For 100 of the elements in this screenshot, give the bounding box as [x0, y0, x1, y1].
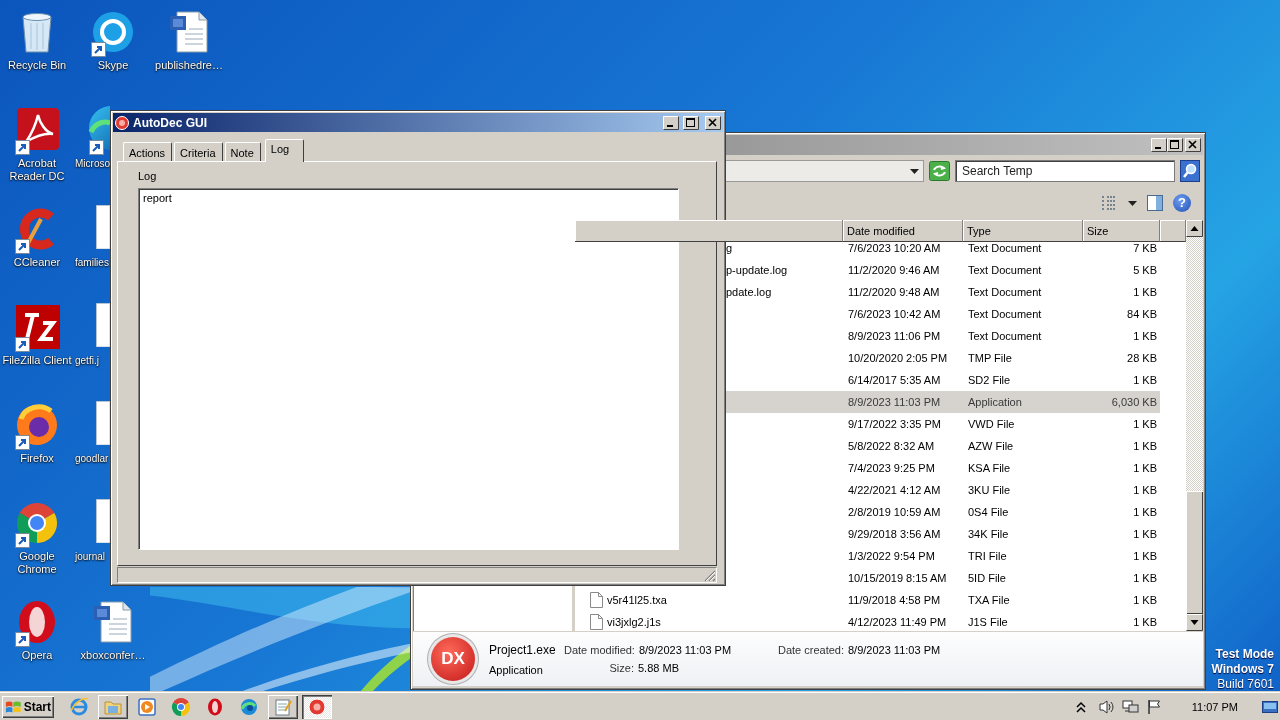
dropdown-arrow-icon[interactable]: [1128, 200, 1137, 206]
icon-label: CCleaner: [13, 255, 61, 269]
date-cell-text: 8/9/2023 11:03 PM: [847, 396, 942, 408]
type-cell-text: TRI File: [967, 550, 1008, 562]
date-cell-text: 7/6/2023 10:20 AM: [847, 242, 942, 254]
type-cell-text: J1S File: [967, 616, 1009, 628]
date-cell-text: 6/14/2017 5:35 AM: [847, 374, 942, 386]
date-cell-text: 10/20/2020 2:05 PM: [847, 352, 949, 364]
column-header[interactable]: Type: [963, 220, 1083, 242]
close-button[interactable]: [1185, 138, 1201, 152]
search-field[interactable]: Search Temp: [955, 160, 1175, 182]
size-cell-text: 6,030 KB: [1110, 396, 1158, 408]
column-header[interactable]: Date modified: [843, 220, 963, 242]
type-cell-text: Application: [967, 396, 1023, 408]
detail-label: Size:: [608, 662, 634, 674]
ftp-app-icon[interactable]: [13, 302, 61, 351]
file-row[interactable]: v5r41l25.txa 11/9/2018 4:58 PM TXA File 1 KB: [575, 589, 1160, 611]
start-button[interactable]: Start: [2, 695, 54, 718]
icon-label: Recycle Bin: [7, 59, 67, 72]
system-note: Test Mode: [1215, 647, 1274, 662]
tab[interactable]: Actions: [123, 142, 173, 161]
file-type: Application: [489, 663, 544, 676]
show-desktop-button[interactable]: [1262, 698, 1278, 715]
column-header[interactable]: Size: [1083, 220, 1160, 242]
log-text-area[interactable]: report: [138, 188, 679, 550]
file-name: p-update.log: [726, 264, 788, 276]
size-cell-text: 1 KB: [1132, 616, 1158, 628]
icon-label: Opera: [21, 648, 53, 662]
date-cell-text: 2/8/2019 10:59 AM: [847, 506, 942, 518]
notepad-icon: [273, 696, 293, 717]
file-name: pdate.log: [726, 286, 772, 298]
wheel-logo-icon[interactable]: [171, 696, 191, 717]
maximize-button[interactable]: [683, 115, 699, 130]
date-cell-text: 10/15/2019 8:15 AM: [847, 572, 948, 584]
taskbar-button[interactable]: [268, 694, 298, 719]
detail-value: 5.88 MB: [638, 662, 679, 674]
scrollbar[interactable]: [1186, 220, 1203, 631]
minimize-button[interactable]: [663, 115, 679, 130]
type-cell-text: KSA File: [967, 462, 1012, 474]
taskbar-button[interactable]: [98, 694, 128, 719]
preview-pane-icon[interactable]: [1147, 195, 1163, 211]
flag-icon[interactable]: [1145, 698, 1162, 715]
tray-expand-icon[interactable]: [1075, 700, 1086, 713]
file-row[interactable]: vi3jxlg2.j1s 4/12/2023 11:49 PM J1S File 1 KB: [575, 611, 1160, 631]
swirl-logo-icon[interactable]: [239, 696, 259, 717]
size-cell-text: 5 KB: [1132, 264, 1158, 276]
date-cell-text: 7/4/2023 9:25 PM: [847, 462, 936, 474]
app-logo: DX: [431, 637, 475, 681]
file-name: v5r41l25.txa: [607, 594, 667, 606]
type-cell-text: Text Document: [967, 308, 1043, 320]
scroll-down-button[interactable]: [1186, 614, 1203, 631]
date-cell-text: 9/29/2018 3:56 AM: [847, 528, 942, 540]
scroll-thumb[interactable]: [1186, 491, 1203, 614]
round-logo-icon: [307, 696, 327, 717]
icon-label: Firefox: [20, 452, 54, 466]
close-button[interactable]: [705, 115, 721, 130]
icon-label: journal: [75, 550, 106, 564]
date-cell-text: 7/6/2023 10:42 AM: [847, 308, 942, 320]
type-cell-text: VWD File: [967, 418, 1016, 430]
tab[interactable]: Log: [264, 139, 305, 162]
tab[interactable]: Note: [224, 142, 261, 161]
type-cell-text: SD2 File: [967, 374, 1012, 386]
detail-value: 8/9/2023 11:03 PM: [638, 644, 732, 656]
icon-label: Skype: [97, 59, 129, 72]
size-cell-text: 1 KB: [1132, 528, 1158, 540]
size-cell-text: 1 KB: [1132, 330, 1158, 342]
size-cell-text: 1 KB: [1132, 418, 1158, 430]
minimize-button[interactable]: [1151, 138, 1167, 152]
type-cell-text: TMP File: [967, 352, 1013, 364]
play-icon[interactable]: [137, 696, 157, 717]
file-name: g: [726, 242, 733, 254]
speaker-icon[interactable]: [1097, 698, 1116, 715]
size-cell-text: 1 KB: [1132, 286, 1158, 298]
window-title: AutoDec GUI: [133, 115, 208, 130]
tab[interactable]: Criteria: [174, 142, 223, 161]
date-cell-text: 9/17/2022 3:35 PM: [847, 418, 942, 430]
date-cell-text: 11/2/2020 9:48 AM: [847, 286, 941, 298]
icon-label: goodlar: [75, 452, 109, 466]
refresh-button[interactable]: [929, 161, 950, 181]
column-header: [1160, 220, 1186, 242]
icon-label: families: [75, 255, 109, 269]
date-cell-text: 4/22/2021 4:12 AM: [847, 484, 942, 496]
size-cell-text: 84 KB: [1126, 308, 1158, 320]
network-icon[interactable]: [1121, 698, 1140, 715]
column-header[interactable]: [575, 220, 843, 242]
maximize-button[interactable]: [1167, 138, 1183, 152]
resize-grip-icon[interactable]: [704, 570, 716, 582]
file-icon: [590, 592, 603, 608]
scroll-up-button[interactable]: [1186, 220, 1203, 237]
windows-flag-icon: [5, 698, 22, 715]
search-button[interactable]: [1180, 160, 1200, 182]
system-note: Build 7601: [1217, 677, 1274, 692]
clock[interactable]: 11:07 PM: [1191, 700, 1238, 713]
type-cell-text: Text Document: [967, 286, 1043, 298]
ring-logo-icon[interactable]: [205, 696, 225, 717]
app-logo-icon: [115, 115, 129, 130]
size-cell-text: 1 KB: [1132, 374, 1158, 386]
dropdown-arrow-icon[interactable]: [910, 168, 919, 174]
size-cell-text: 1 KB: [1132, 594, 1158, 606]
taskbar-button[interactable]: [302, 694, 332, 719]
